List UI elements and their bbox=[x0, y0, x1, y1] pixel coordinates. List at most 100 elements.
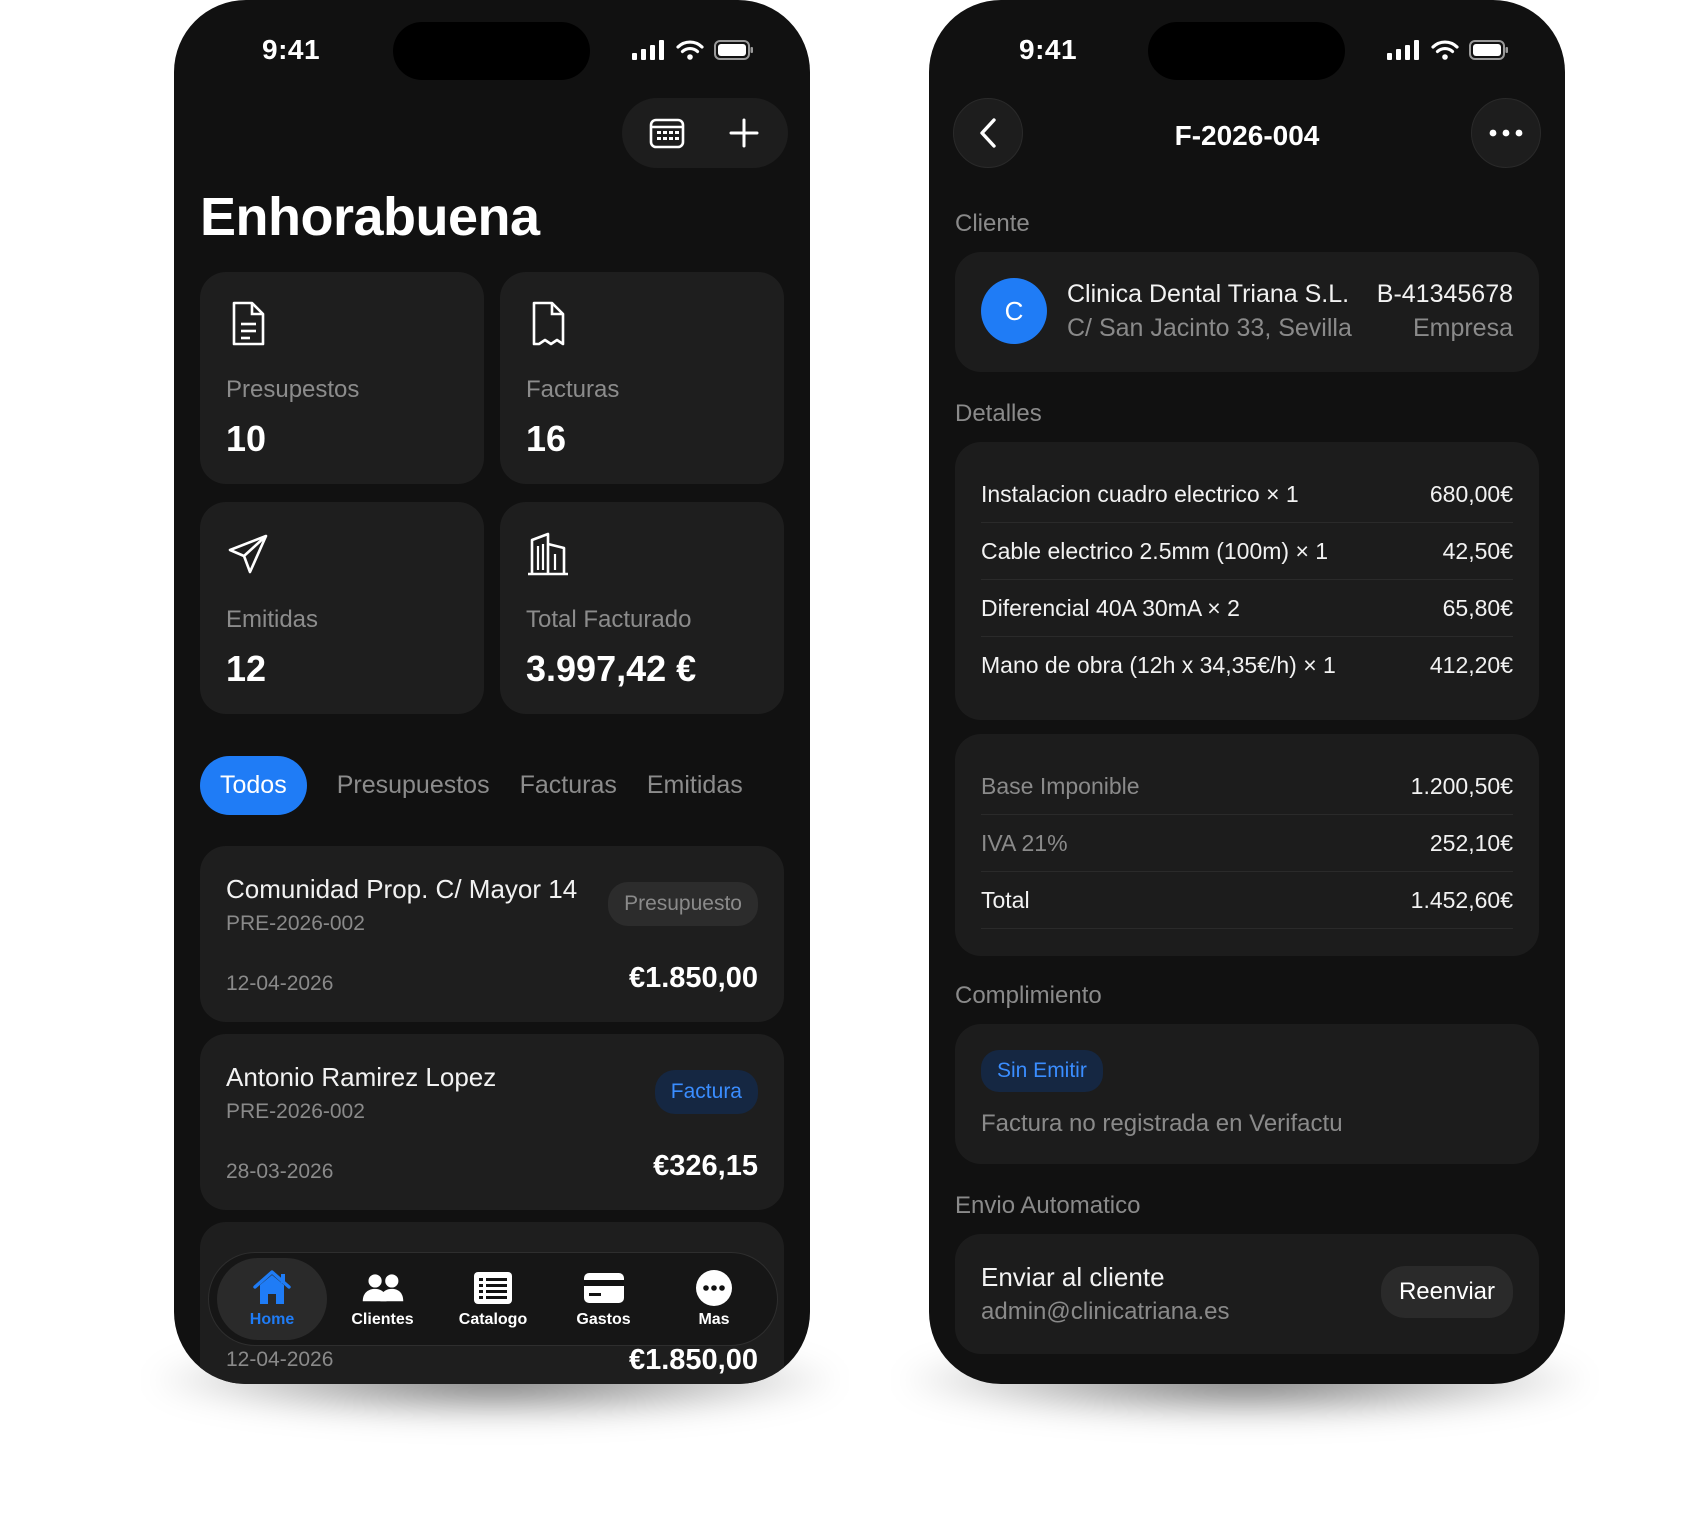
section-label-complimiento: Complimiento bbox=[955, 982, 1102, 1009]
plus-icon bbox=[729, 118, 758, 148]
calendar-icon bbox=[649, 118, 684, 149]
status-time: 9:41 bbox=[262, 34, 321, 65]
document-client: Comunidad Prop. C/ Mayor 14 bbox=[226, 874, 578, 904]
filter-tabs: Todos Presupuestos Facturas Emitidas bbox=[200, 756, 810, 815]
add-button[interactable] bbox=[711, 100, 777, 166]
status-badge: Factura bbox=[654, 1070, 758, 1114]
phone-home: 9:41 Enhorabuena Presupestos 10 Facturas… bbox=[174, 0, 810, 1384]
dynamic-island bbox=[393, 22, 590, 80]
line-item: Diferencial 40A 30mA × 2 65,80€ bbox=[981, 580, 1513, 637]
status-badge: Presupuesto bbox=[608, 882, 758, 926]
stat-value: 3.997,42 € bbox=[526, 648, 697, 689]
credit-card-icon bbox=[583, 1273, 624, 1303]
users-icon bbox=[362, 1274, 403, 1302]
tab-bar: Home Clientes Catalogo Gastos Mas bbox=[208, 1252, 778, 1346]
client-type: Empresa bbox=[1412, 314, 1513, 342]
send-title: Enviar al cliente bbox=[981, 1262, 1165, 1292]
battery-icon bbox=[1469, 40, 1508, 60]
totals-amount: 252,10€ bbox=[1429, 829, 1513, 856]
document-text-icon bbox=[232, 301, 265, 346]
filter-emitidas[interactable]: Emitidas bbox=[647, 771, 743, 800]
line-item-amount: 412,20€ bbox=[1429, 652, 1513, 678]
tab-gastos[interactable]: Gastos bbox=[549, 1258, 659, 1340]
stat-value: 12 bbox=[226, 648, 267, 689]
document-ref: PRE-2026-002 bbox=[226, 1100, 365, 1123]
line-item: Mano de obra (12h x 34,35€/h) × 1 412,20€ bbox=[981, 637, 1513, 694]
house-icon bbox=[253, 1270, 291, 1304]
compliance-description: Factura no registrada en Verifactu bbox=[981, 1110, 1343, 1137]
paper-plane-icon bbox=[228, 534, 268, 574]
filter-presupuestos[interactable]: Presupuestos bbox=[337, 771, 490, 800]
document-client: Antonio Ramirez Lopez bbox=[226, 1062, 497, 1092]
document-icon bbox=[532, 301, 565, 346]
stat-card-presupuestos[interactable]: Presupestos 10 bbox=[200, 272, 484, 484]
section-label-detalles: Detalles bbox=[955, 400, 1042, 427]
more-options-button[interactable] bbox=[1471, 98, 1541, 168]
totals-row: IVA 21% 252,10€ bbox=[981, 815, 1513, 872]
signal-icon bbox=[632, 40, 664, 60]
document-amount: €1.850,00 bbox=[628, 1344, 758, 1376]
line-item-desc: Instalacion cuadro electrico × 1 bbox=[981, 480, 1299, 507]
document-date: 12-04-2026 bbox=[226, 1348, 334, 1371]
totals-label: IVA 21% bbox=[981, 829, 1068, 856]
stat-card-facturas[interactable]: Facturas 16 bbox=[500, 272, 784, 484]
stat-card-emitidas[interactable]: Emitidas 12 bbox=[200, 502, 484, 714]
tab-label: Mas bbox=[698, 1311, 730, 1328]
line-item: Cable electrico 2.5mm (100m) × 1 42,50€ bbox=[981, 523, 1513, 580]
document-amount: €326,15 bbox=[653, 1150, 758, 1182]
page-title: Enhorabuena bbox=[200, 187, 540, 247]
tab-clientes[interactable]: Clientes bbox=[328, 1258, 438, 1340]
client-name: Clinica Dental Triana S.L. bbox=[1067, 280, 1350, 308]
wifi-icon bbox=[1431, 40, 1459, 60]
stat-card-total-facturado[interactable]: Total Facturado 3.997,42 € bbox=[500, 502, 784, 714]
tab-label: Catalogo bbox=[458, 1311, 528, 1328]
line-item-amount: 42,50€ bbox=[1442, 537, 1513, 564]
battery-icon bbox=[714, 40, 753, 60]
resend-button[interactable]: Reenviar bbox=[1380, 1266, 1513, 1318]
tab-mas[interactable]: Mas bbox=[659, 1258, 769, 1340]
document-card[interactable]: Comunidad Prop. C/ Mayor 14 PRE-2026-002… bbox=[200, 846, 784, 1022]
line-items-panel: Instalacion cuadro electrico × 1 680,00€ … bbox=[955, 442, 1539, 720]
totals-amount: 1.452,60€ bbox=[1410, 886, 1513, 913]
stat-label: Total Facturado bbox=[526, 606, 692, 633]
line-item-amount: 680,00€ bbox=[1429, 480, 1513, 507]
status-icons bbox=[1387, 40, 1509, 60]
document-date: 12-04-2026 bbox=[226, 972, 334, 995]
line-item-amount: 65,80€ bbox=[1442, 594, 1513, 621]
status-badge: Sin Emitir bbox=[981, 1050, 1103, 1092]
document-amount: €1.850,00 bbox=[628, 962, 758, 994]
ellipsis-icon bbox=[1489, 129, 1523, 137]
line-item-desc: Cable electrico 2.5mm (100m) × 1 bbox=[981, 537, 1329, 564]
list-icon bbox=[474, 1272, 512, 1304]
building-icon bbox=[528, 532, 568, 576]
tab-catalogo[interactable]: Catalogo bbox=[438, 1258, 548, 1340]
invoice-title: F-2026-004 bbox=[1174, 120, 1320, 151]
filter-facturas[interactable]: Facturas bbox=[520, 771, 617, 800]
tab-label: Gastos bbox=[576, 1311, 631, 1328]
filter-todos[interactable]: Todos bbox=[200, 756, 307, 815]
document-card[interactable]: Antonio Ramirez Lopez PRE-2026-002 Factu… bbox=[200, 1034, 784, 1210]
calendar-button[interactable] bbox=[634, 100, 700, 166]
client-nif: B-41345678 bbox=[1376, 280, 1513, 308]
signal-icon bbox=[1387, 40, 1419, 60]
client-address: C/ San Jacinto 33, Sevilla bbox=[1067, 314, 1352, 342]
line-item: Instalacion cuadro electrico × 1 680,00€ bbox=[981, 466, 1513, 523]
totals-row: Total 1.452,60€ bbox=[981, 872, 1513, 929]
stat-label: Emitidas bbox=[226, 606, 319, 633]
totals-panel: Base Imponible 1.200,50€ IVA 21% 252,10€ T… bbox=[955, 734, 1539, 956]
line-item-desc: Mano de obra (12h x 34,35€/h) × 1 bbox=[981, 652, 1336, 678]
tab-label: Home bbox=[249, 1311, 295, 1328]
tab-label: Clientes bbox=[351, 1311, 414, 1328]
client-panel[interactable]: C Clinica Dental Triana S.L. C/ San Jaci… bbox=[955, 252, 1539, 372]
section-label-envio: Envio Automatico bbox=[955, 1192, 1141, 1219]
stat-value: 10 bbox=[226, 418, 267, 459]
tab-home[interactable]: Home bbox=[217, 1258, 327, 1340]
status-time: 9:41 bbox=[1019, 34, 1078, 65]
more-icon bbox=[696, 1270, 732, 1306]
totals-label: Base Imponible bbox=[981, 772, 1140, 799]
totals-label: Total bbox=[981, 886, 1030, 913]
client-email: admin@clinicatriana.es bbox=[981, 1298, 1230, 1325]
document-ref: PRE-2026-002 bbox=[226, 912, 365, 935]
compliance-panel: Sin Emitir Factura no registrada en Veri… bbox=[955, 1024, 1539, 1164]
auto-send-panel: Enviar al cliente admin@clinicatriana.es… bbox=[955, 1234, 1539, 1354]
